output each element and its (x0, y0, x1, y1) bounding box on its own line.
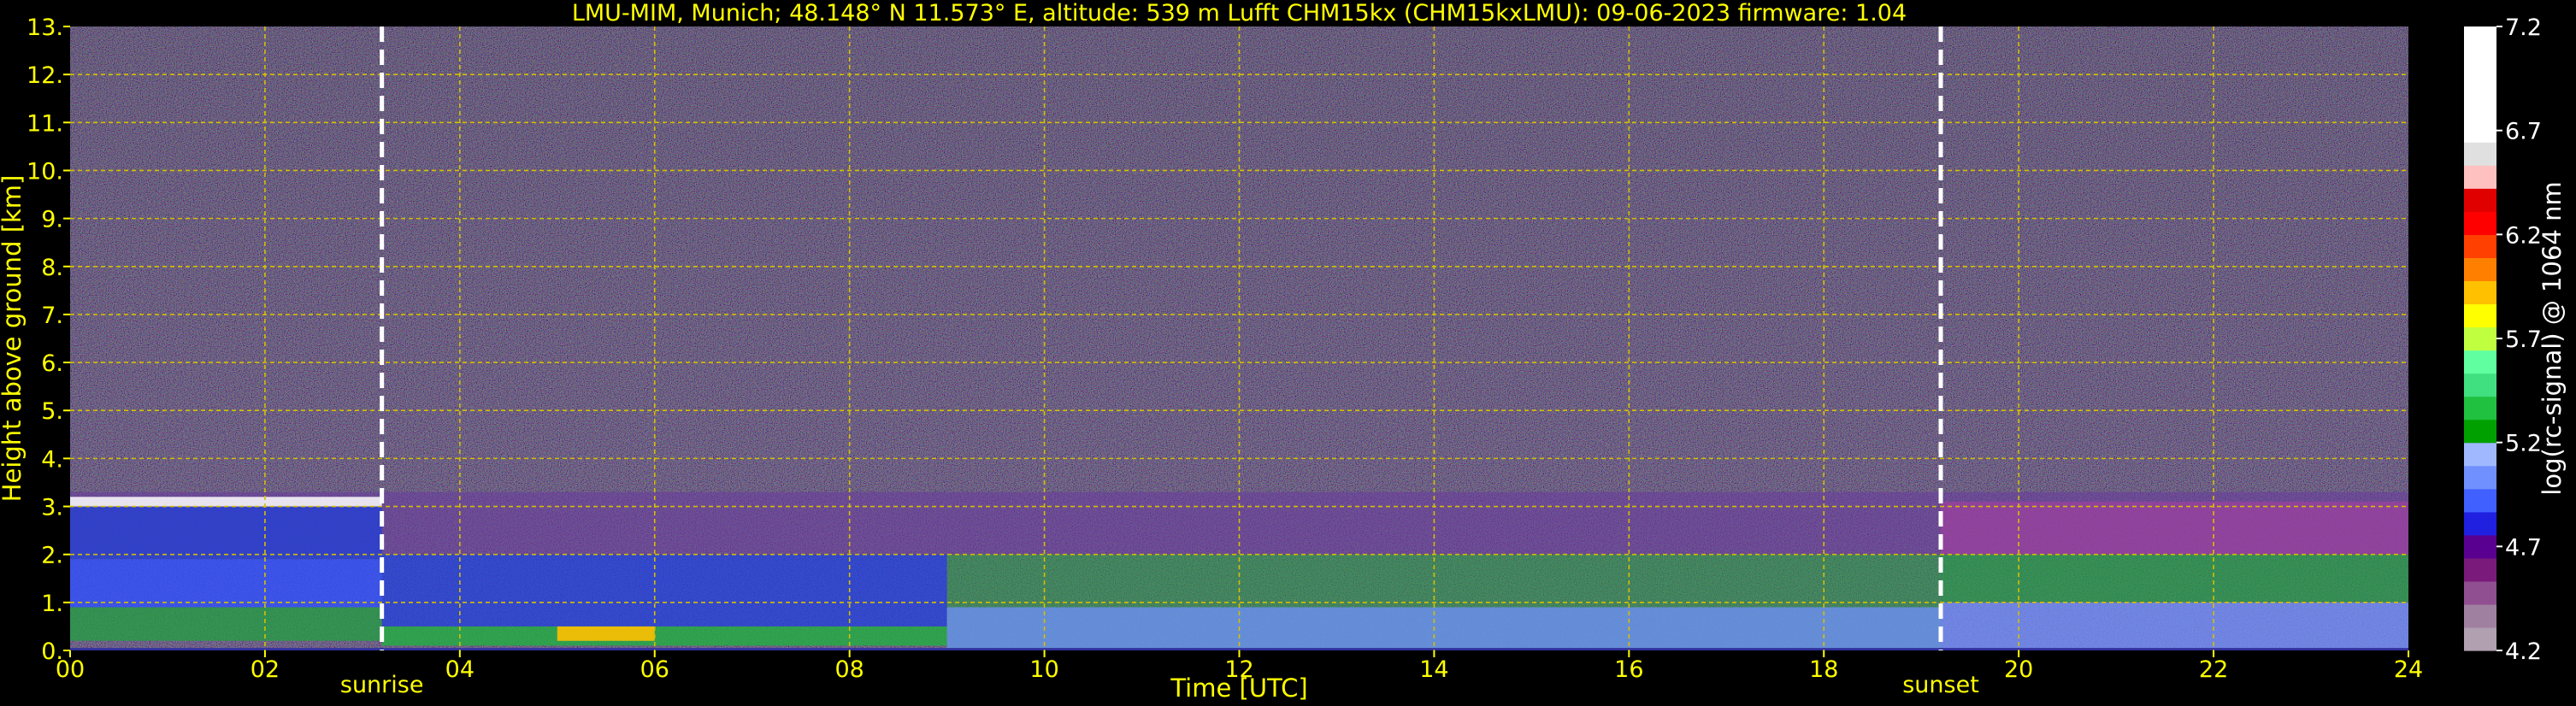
layer-night-blue-upper (70, 506, 382, 560)
x-tick-label: 16 (1614, 656, 1643, 683)
x-tick-label: 22 (2199, 656, 2228, 683)
colorbar-segment (2464, 580, 2496, 605)
x-tick-label: 10 (1029, 656, 1058, 683)
colorbar-segment (2464, 257, 2496, 282)
y-axis-ticks: 0. 1. 2. 3. 4. 5. 6. 7. 8. 9. 10. 11. 12. 13. (27, 15, 70, 665)
colorbar-segment (2464, 142, 2496, 166)
y-tick-label: 13. (27, 15, 63, 41)
y-tick-label: 4. (41, 446, 63, 473)
x-tick-label: 14 (1419, 656, 1448, 683)
colorbar-segment (2464, 165, 2496, 189)
event-label-sunset: sunset (1902, 672, 1979, 698)
y-tick-label: 9. (41, 207, 63, 233)
y-tick-label: 8. (41, 255, 63, 281)
colorbar-segment (2464, 211, 2496, 235)
colorbar-segment (2464, 73, 2496, 97)
layer-evening-blue (1941, 602, 2408, 649)
sun-event-labels: sunrise sunset (340, 672, 1979, 698)
colorbar-segment (2464, 465, 2496, 490)
colorbar-tick-label: 4.2 (2505, 638, 2542, 665)
x-tick-label: 18 (1809, 656, 1838, 683)
layer-morning-yellow (557, 626, 655, 641)
x-axis-label: Time [UTC] (1170, 674, 1307, 703)
colorbar-segment (2464, 50, 2496, 74)
colorbar-tick-label: 6.2 (2505, 222, 2542, 249)
colorbar-segment (2464, 280, 2496, 305)
colorbar-segment (2464, 511, 2496, 536)
y-tick-label: 2. (41, 543, 63, 569)
x-tick-label: 20 (2004, 656, 2033, 683)
layer-night-green (70, 607, 382, 641)
y-tick-label: 5. (41, 398, 63, 425)
colorbar-tick-label: 4.7 (2505, 534, 2542, 561)
colorbar-segment (2464, 419, 2496, 444)
colorbar-segment (2464, 442, 2496, 467)
y-tick-label: 7. (41, 303, 63, 329)
colorbar-segment (2464, 234, 2496, 258)
layer-evening-magenta (1941, 501, 2408, 555)
colorbar-segment (2464, 603, 2496, 628)
y-tick-label: 0. (41, 638, 63, 665)
colorbar-segment (2464, 627, 2496, 651)
colorbar-segment (2464, 96, 2496, 120)
colorbar-segment (2464, 26, 2496, 50)
colorbar (2464, 26, 2496, 651)
layer-day-blue (946, 607, 1941, 649)
colorbar-segment (2464, 396, 2496, 421)
y-tick-label: 10. (27, 158, 63, 185)
y-tick-label: 12. (27, 62, 63, 89)
y-tick-label: 3. (41, 495, 63, 521)
colorbar-tick-label: 6.7 (2505, 119, 2542, 145)
layer-morning-blue (381, 554, 947, 627)
x-tick-label: 02 (251, 656, 280, 683)
layer-evening-green (1941, 554, 2408, 603)
colorbar-segment (2464, 327, 2496, 351)
x-tick-label: 04 (445, 656, 475, 683)
colorbar-tick-label: 5.2 (2505, 431, 2542, 457)
colorbar-segment (2464, 188, 2496, 212)
plot-area (70, 26, 2408, 650)
event-label-sunrise: sunrise (340, 672, 424, 698)
layer-morning-green (381, 626, 947, 646)
x-tick-label: 08 (834, 656, 864, 683)
colorbar-segment (2464, 350, 2496, 374)
colorbar-tick-label: 5.7 (2505, 327, 2542, 353)
colorbar-segment (2464, 373, 2496, 397)
colorbar-tick-label: 7.2 (2505, 15, 2542, 41)
y-axis-label: Height above ground [km] (0, 175, 27, 503)
x-tick-label: 06 (640, 656, 669, 683)
colorbar-segment (2464, 488, 2496, 513)
colorbar-label: log(rc-signal) @ 1064 nm (2538, 181, 2567, 495)
colorbar-segment (2464, 534, 2496, 559)
x-tick-label: 24 (2394, 656, 2423, 683)
layer-night-cloud-top (70, 497, 382, 507)
y-tick-label: 11. (27, 110, 63, 137)
colorbar-segment (2464, 303, 2496, 328)
colorbar-segment (2464, 119, 2496, 143)
lidar-backscatter-chart: LMU-MIM, Munich; 48.148° N 11.573° E, al… (0, 0, 2567, 703)
layer-night-blue (70, 559, 382, 608)
chart-title: LMU-MIM, Munich; 48.148° N 11.573° E, al… (572, 0, 1907, 26)
colorbar-ticks: 4.2 4.7 5.2 5.7 6.2 6.7 7.2 (2496, 15, 2542, 665)
colorbar-segment (2464, 557, 2496, 582)
y-tick-label: 6. (41, 350, 63, 377)
y-tick-label: 1. (41, 591, 63, 617)
